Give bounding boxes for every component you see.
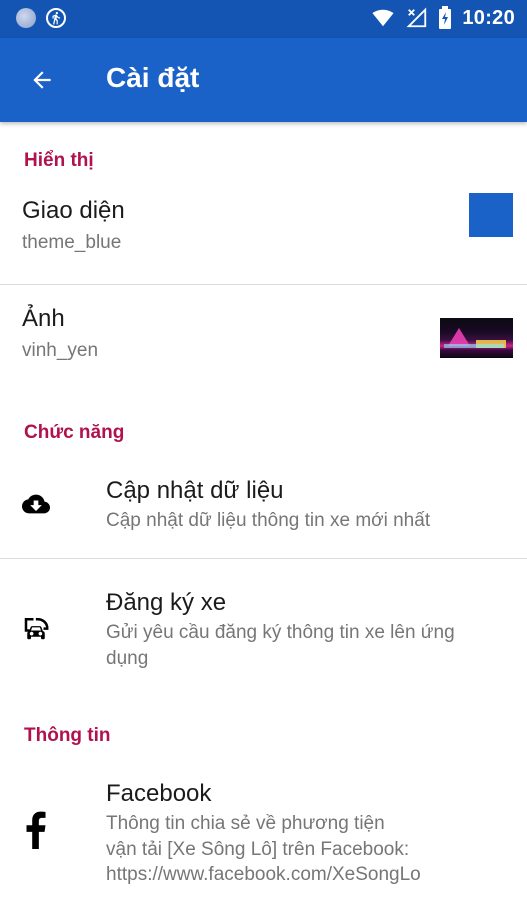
arrow-back-icon xyxy=(33,71,51,89)
running-icon xyxy=(46,8,66,28)
back-button[interactable] xyxy=(22,60,62,100)
clock: 10:20 xyxy=(462,6,515,29)
pref-theme-summary: theme_blue xyxy=(22,232,122,253)
pref-facebook-summary-line1: Thông tin chia sẻ về phương tiện xyxy=(106,813,385,834)
divider xyxy=(0,558,527,559)
section-header-display: Hiển thị xyxy=(24,150,94,171)
pref-register-vehicle-summary-line2: dụng xyxy=(106,648,149,669)
pref-register-vehicle-summary-line1: Gửi yêu cầu đăng ký thông tin xe lên ứng xyxy=(106,622,455,643)
pref-image-summary: vinh_yen xyxy=(22,340,99,361)
pref-image-title: Ảnh xyxy=(22,305,65,332)
cloud-download-icon xyxy=(16,486,56,522)
pref-update-data-title: Cập nhật dữ liệu xyxy=(106,477,284,504)
pref-register-vehicle-title: Đăng ký xe xyxy=(106,589,227,616)
background-image-thumbnail xyxy=(440,318,513,358)
status-bar: 10:20 xyxy=(0,0,527,38)
moon-icon xyxy=(16,8,36,28)
app-bar: Cài đặt xyxy=(0,38,527,122)
battery-charging-icon xyxy=(439,6,452,29)
no-signal-icon xyxy=(406,7,427,28)
divider xyxy=(0,284,527,285)
section-header-info: Thông tin xyxy=(24,725,111,746)
theme-color-swatch xyxy=(469,193,513,237)
facebook-icon xyxy=(22,808,50,852)
wifi-icon xyxy=(372,9,394,27)
pref-facebook-summary-line2: vận tải [Xe Sông Lô] trên Facebook: xyxy=(106,839,410,860)
page-title: Cài đặt xyxy=(106,62,200,93)
car-bus-icon xyxy=(18,612,54,644)
pref-theme-title: Giao diện xyxy=(22,197,125,224)
pref-update-data-summary: Cập nhật dữ liệu thông tin xe mới nhất xyxy=(106,510,431,531)
pref-facebook-summary-line3: https://www.facebook.com/XeSongLo xyxy=(106,864,421,885)
section-header-functions: Chức năng xyxy=(24,422,125,443)
pref-facebook-title: Facebook xyxy=(106,780,212,807)
